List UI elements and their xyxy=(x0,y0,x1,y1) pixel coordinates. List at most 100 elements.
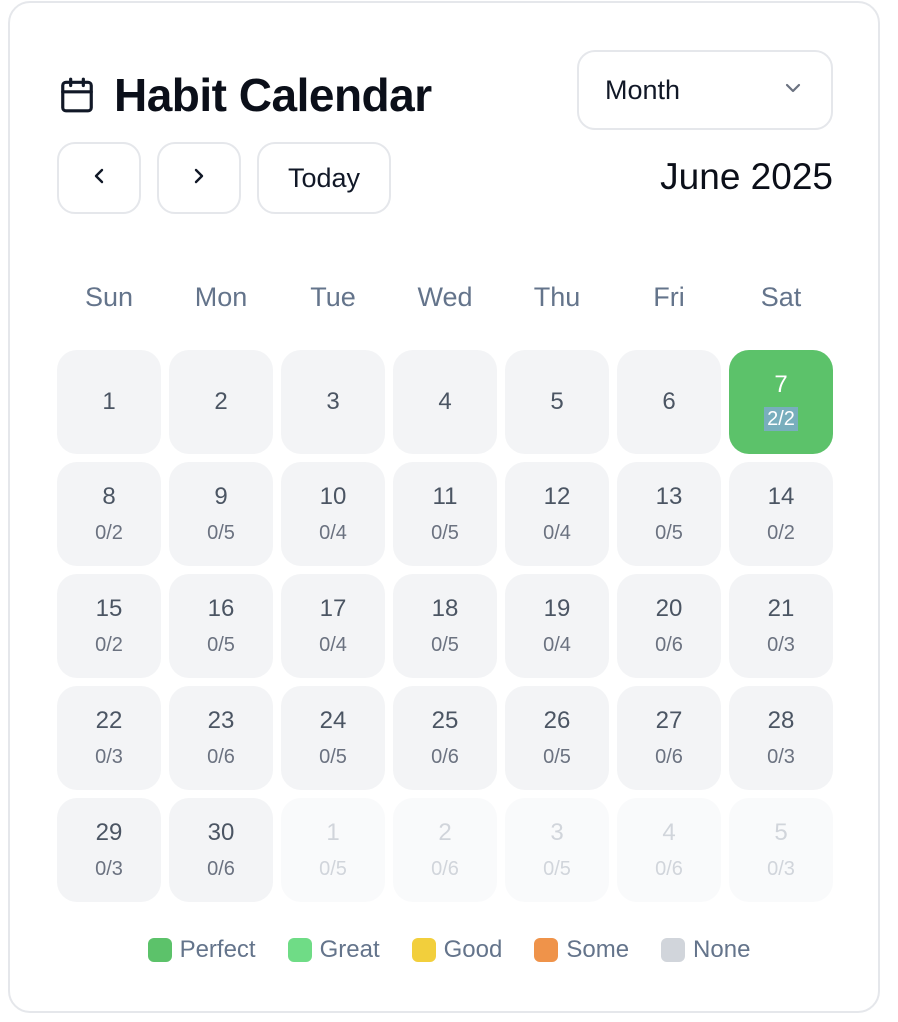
day-number: 1 xyxy=(326,819,340,846)
today-button[interactable]: Today xyxy=(257,142,391,214)
day-habit-count: 0/3 xyxy=(767,746,795,768)
day-cell[interactable]: 9 0/5 xyxy=(169,462,273,566)
day-cell[interactable]: 6 xyxy=(617,350,721,454)
day-cell[interactable]: 19 0/4 xyxy=(505,574,609,678)
legend-item-good: Good xyxy=(411,936,503,964)
day-cell[interactable]: 3 0/5 xyxy=(505,798,609,902)
calendar-icon xyxy=(58,76,96,114)
day-cell[interactable]: 16 0/5 xyxy=(169,574,273,678)
legend-label: Great xyxy=(319,936,380,963)
day-number: 3 xyxy=(550,819,564,846)
day-number: 15 xyxy=(95,595,123,622)
day-cell[interactable]: 14 0/2 xyxy=(729,462,833,566)
day-cell[interactable]: 28 0/3 xyxy=(729,686,833,790)
day-habit-count: 0/3 xyxy=(767,634,795,656)
day-number: 29 xyxy=(95,819,123,846)
weekday-label: Sun xyxy=(84,282,134,312)
day-cell[interactable]: 12 0/4 xyxy=(505,462,609,566)
day-cell[interactable]: 2 0/6 xyxy=(393,798,497,902)
day-habit-count: 0/3 xyxy=(95,858,123,880)
day-cell[interactable]: 4 0/6 xyxy=(617,798,721,902)
day-habit-count: 0/4 xyxy=(543,634,571,656)
legend-item-great: Great xyxy=(287,936,380,964)
weekday-label: Sat xyxy=(760,282,802,312)
view-select-value: Month xyxy=(605,74,681,105)
legend-item-some: Some xyxy=(534,936,629,964)
day-cell[interactable]: 3 xyxy=(281,350,385,454)
day-cell[interactable]: 10 0/4 xyxy=(281,462,385,566)
day-cell[interactable]: 4 xyxy=(393,350,497,454)
day-habit-count: 0/5 xyxy=(655,522,683,544)
day-number: 5 xyxy=(550,388,564,415)
chevron-down-icon xyxy=(781,76,805,105)
day-habit-count: 0/4 xyxy=(543,522,571,544)
day-cell[interactable]: 13 0/5 xyxy=(617,462,721,566)
next-month-button[interactable] xyxy=(157,142,241,214)
day-number: 11 xyxy=(432,483,458,510)
day-number: 25 xyxy=(431,707,459,734)
day-habit-count: 0/5 xyxy=(431,522,459,544)
day-cell[interactable]: 23 0/6 xyxy=(169,686,273,790)
day-number: 16 xyxy=(207,595,235,622)
day-cell[interactable]: 29 0/3 xyxy=(57,798,161,902)
day-number: 28 xyxy=(767,707,795,734)
day-number: 19 xyxy=(543,595,571,622)
day-cell[interactable]: 5 xyxy=(505,350,609,454)
day-number: 1 xyxy=(102,388,116,415)
legend-label: Perfect xyxy=(179,936,256,963)
legend-swatch xyxy=(287,938,312,962)
day-habit-count: 0/5 xyxy=(431,634,459,656)
day-cell[interactable]: 27 0/6 xyxy=(617,686,721,790)
calendar-grid: 1 2 3 4 5 6 7 2/2 8 0/2 9 0/5 10 0/4 11 0/5 12 0/4 13 0/5 14… xyxy=(57,350,833,902)
day-habit-count: 0/6 xyxy=(655,746,683,768)
prev-month-button[interactable] xyxy=(57,142,141,214)
weekday-label: Thu xyxy=(533,282,581,312)
day-cell[interactable]: 24 0/5 xyxy=(281,686,385,790)
day-cell[interactable]: 1 0/5 xyxy=(281,798,385,902)
day-number: 13 xyxy=(655,483,683,510)
legend-item-perfect: Perfect xyxy=(147,936,256,964)
day-cell[interactable]: 7 2/2 xyxy=(729,350,833,454)
day-cell[interactable]: 21 0/3 xyxy=(729,574,833,678)
chevron-left-icon xyxy=(87,164,111,193)
day-number: 12 xyxy=(543,483,571,510)
day-cell[interactable]: 5 0/3 xyxy=(729,798,833,902)
day-cell[interactable]: 15 0/2 xyxy=(57,574,161,678)
view-select[interactable]: Month xyxy=(577,50,833,130)
legend-label: Good xyxy=(443,936,503,963)
day-cell[interactable]: 8 0/2 xyxy=(57,462,161,566)
day-cell[interactable]: 26 0/5 xyxy=(505,686,609,790)
day-cell[interactable]: 1 xyxy=(57,350,161,454)
day-habit-count: 0/2 xyxy=(95,634,123,656)
day-habit-count: 0/4 xyxy=(319,634,347,656)
day-habit-count: 0/5 xyxy=(543,746,571,768)
day-number: 9 xyxy=(214,483,228,510)
day-cell[interactable]: 18 0/5 xyxy=(393,574,497,678)
legend-item-none: None xyxy=(661,936,750,964)
header: Habit Calendar xyxy=(58,68,432,122)
day-cell[interactable]: 22 0/3 xyxy=(57,686,161,790)
day-habit-count: 0/5 xyxy=(319,858,347,880)
day-habit-count: 0/6 xyxy=(207,858,235,880)
weekday-label: Mon xyxy=(194,282,248,312)
day-cell[interactable]: 25 0/6 xyxy=(393,686,497,790)
chevron-right-icon xyxy=(187,164,211,193)
day-cell[interactable]: 2 xyxy=(169,350,273,454)
weekday-label: Wed xyxy=(417,282,473,312)
month-label: June 2025 xyxy=(660,156,833,197)
day-number: 10 xyxy=(319,483,347,510)
day-cell[interactable]: 20 0/6 xyxy=(617,574,721,678)
day-number: 18 xyxy=(431,595,459,622)
day-number: 21 xyxy=(767,595,795,622)
day-cell[interactable]: 30 0/6 xyxy=(169,798,273,902)
day-cell[interactable]: 17 0/4 xyxy=(281,574,385,678)
day-number: 8 xyxy=(102,483,116,510)
day-habit-count: 0/5 xyxy=(319,746,347,768)
day-cell[interactable]: 11 0/5 xyxy=(393,462,497,566)
legend-swatch xyxy=(147,938,172,962)
legend-swatch xyxy=(411,938,436,962)
day-number: 23 xyxy=(207,707,235,734)
day-number: 7 xyxy=(774,371,788,398)
day-number: 5 xyxy=(774,819,788,846)
day-habit-count: 2/2 xyxy=(764,407,798,431)
